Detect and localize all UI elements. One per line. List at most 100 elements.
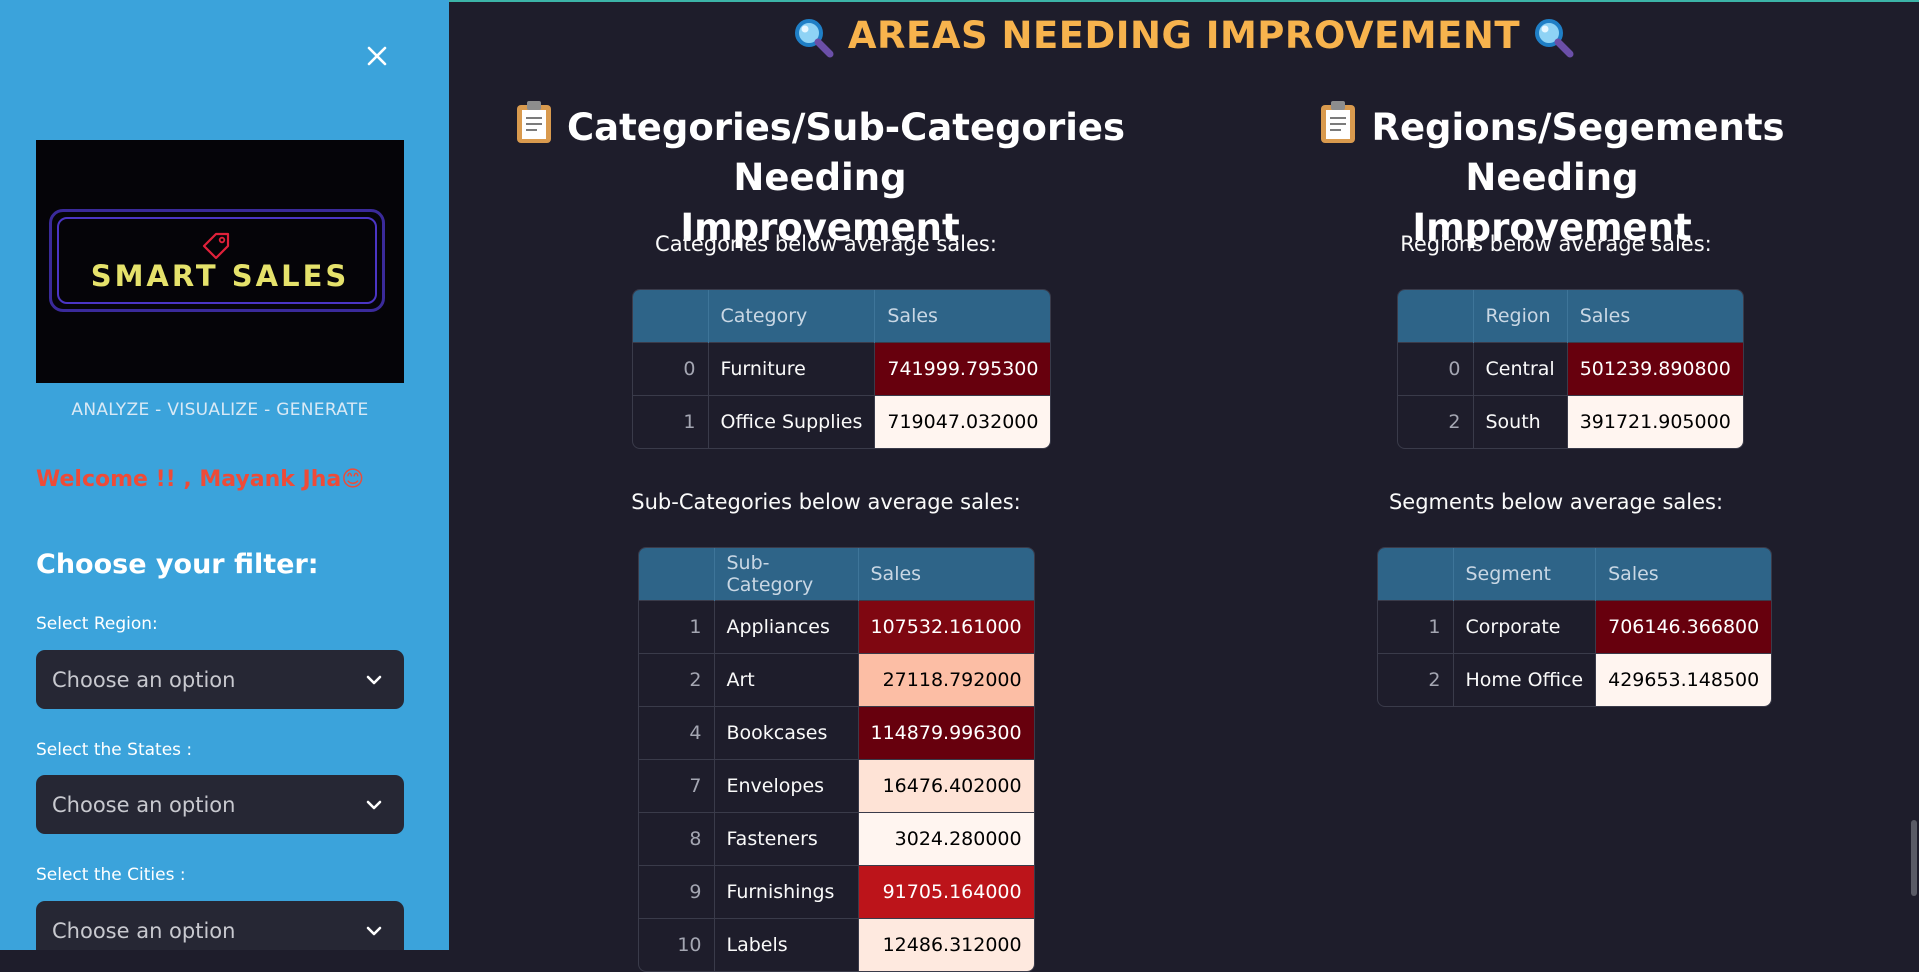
welcome-message: Welcome !! , Mayank Jha😊 <box>36 467 365 492</box>
filter-title: Choose your filter: <box>36 549 319 580</box>
table-header-cell[interactable]: Sales <box>1567 290 1743 342</box>
table-row[interactable]: 1 Office Supplies 719047.032000 <box>633 394 1051 448</box>
categories-table[interactable]: Category Sales 0 Furniture 741999.795300 1 Off… <box>632 289 1052 449</box>
row-sales-value: 91705.164000 <box>858 864 1034 918</box>
regions-table[interactable]: Region Sales 0 Central 501239.890800 2 South 39… <box>1397 289 1744 449</box>
table-row[interactable]: 2 Home Office 429653.148500 <box>1378 652 1772 706</box>
chevron-down-icon <box>366 675 382 684</box>
row-name: Office Supplies <box>708 394 876 448</box>
chevron-down-icon <box>366 800 382 809</box>
table-row[interactable]: 8 Fasteners 3024.280000 <box>639 811 1034 865</box>
row-sales-value: 706146.366800 <box>1595 599 1772 653</box>
row-sales-value: 27118.792000 <box>858 652 1034 706</box>
magnifying-glass-icon <box>794 18 834 57</box>
row-index: 8 <box>639 811 715 865</box>
region-select[interactable]: Choose an option <box>36 650 404 709</box>
table-row[interactable]: 2 Art 27118.792000 <box>639 652 1034 706</box>
table-row[interactable]: 1 Corporate 706146.366800 <box>1378 599 1772 653</box>
table-header-cell[interactable] <box>639 548 715 600</box>
row-index: 1 <box>1378 599 1454 653</box>
row-name: Furniture <box>708 341 876 395</box>
subcategories-table[interactable]: Sub-Category Sales 1 Appliances 107532.16100… <box>638 547 1035 972</box>
row-name: Corporate <box>1453 599 1597 653</box>
row-name: Appliances <box>714 599 859 653</box>
page-title: AREAS NEEDING IMPROVEMENT <box>449 14 1919 60</box>
row-sales-value: 501239.890800 <box>1567 341 1743 395</box>
magnifying-glass-icon <box>1535 18 1574 57</box>
table-row[interactable]: 1 Appliances 107532.161000 <box>639 599 1034 653</box>
row-index: 1 <box>633 394 709 448</box>
row-name: South <box>1473 394 1568 448</box>
tagline: ANALYZE - VISUALIZE - GENERATE <box>71 400 369 420</box>
cities-select-placeholder: Choose an option <box>52 918 236 943</box>
table-header-cell[interactable] <box>633 290 709 342</box>
table-row[interactable]: 10 Labels 12486.312000 <box>639 917 1034 971</box>
table-row[interactable]: 0 Central 501239.890800 <box>1398 341 1743 395</box>
row-sales-value: 16476.402000 <box>858 758 1034 812</box>
row-sales-value: 719047.032000 <box>874 394 1051 448</box>
row-index: 4 <box>639 705 715 759</box>
cities-select-label: Select the Cities : <box>36 865 186 885</box>
main-scrollbar-thumb[interactable] <box>1911 820 1917 896</box>
row-index: 2 <box>639 652 715 706</box>
cities-select[interactable]: Choose an option <box>36 901 404 950</box>
page-title-text: AREAS NEEDING IMPROVEMENT <box>847 14 1521 57</box>
table-header-cell[interactable]: Category <box>708 290 876 342</box>
table-row[interactable]: 9 Furnishings 91705.164000 <box>639 864 1034 918</box>
region-select-placeholder: Choose an option <box>52 667 236 692</box>
smart-sales-logo: SMART SALES <box>36 140 404 383</box>
row-name: Central <box>1473 341 1568 395</box>
row-name: Art <box>714 652 859 706</box>
table-header-cell[interactable]: Sub-Category <box>714 548 859 600</box>
segments-table[interactable]: Segment Sales 1 Corporate 706146.366800 2 Home… <box>1377 547 1773 707</box>
row-index: 2 <box>1378 652 1454 706</box>
close-sidebar-button[interactable] <box>361 40 393 72</box>
row-index: 7 <box>639 758 715 812</box>
row-sales-value: 429653.148500 <box>1595 652 1772 706</box>
row-index: 1 <box>639 599 715 653</box>
regions-heading-line1: Regions/Segements Needing <box>1371 106 1785 199</box>
categories-heading: Categories/Sub-Categories Needing Improv… <box>470 100 1170 253</box>
row-sales-value: 114879.996300 <box>858 705 1034 759</box>
price-tag-icon <box>202 232 230 260</box>
row-index: 2 <box>1398 394 1474 448</box>
row-sales-value: 391721.905000 <box>1567 394 1743 448</box>
row-sales-value: 107532.161000 <box>858 599 1034 653</box>
close-icon <box>367 46 387 66</box>
table-header-cell[interactable]: Region <box>1473 290 1568 342</box>
row-sales-value: 3024.280000 <box>858 811 1034 865</box>
row-index: 10 <box>639 917 715 971</box>
table-header-cell[interactable]: Sales <box>858 548 1034 600</box>
row-name: Home Office <box>1453 652 1597 706</box>
states-select[interactable]: Choose an option <box>36 775 404 834</box>
table-header-cell[interactable]: Segment <box>1453 548 1597 600</box>
table-header-cell[interactable] <box>1398 290 1474 342</box>
regions-heading: Regions/Segements Needing Improvement <box>1262 100 1842 253</box>
table-header-cell[interactable] <box>1378 548 1454 600</box>
categories-heading-line1: Categories/Sub-Categories Needing <box>566 106 1126 199</box>
states-select-label: Select the States : <box>36 740 193 760</box>
row-name: Labels <box>714 917 859 971</box>
subcategories-caption: Sub-Categories below average sales: <box>631 490 1021 514</box>
region-select-label: Select Region: <box>36 614 158 634</box>
table-row[interactable]: 2 South 391721.905000 <box>1398 394 1743 448</box>
states-select-placeholder: Choose an option <box>52 792 236 817</box>
row-name: Envelopes <box>714 758 859 812</box>
table-row[interactable]: 7 Envelopes 16476.402000 <box>639 758 1034 812</box>
regions-caption: Regions below average sales: <box>1400 232 1712 256</box>
segments-caption: Segments below average sales: <box>1388 490 1724 514</box>
sidebar: SMART SALES ANALYZE - VISUALIZE - GENERA… <box>0 0 449 950</box>
row-index: 0 <box>1398 341 1474 395</box>
table-row[interactable]: 4 Bookcases 114879.996300 <box>639 705 1034 759</box>
chevron-down-icon <box>366 926 382 935</box>
row-name: Bookcases <box>714 705 859 759</box>
row-name: Fasteners <box>714 811 859 865</box>
row-name: Furnishings <box>714 864 859 918</box>
table-header-cell[interactable]: Sales <box>1595 548 1772 600</box>
logo-text: SMART SALES <box>90 259 350 293</box>
row-sales-value: 741999.795300 <box>874 341 1051 395</box>
table-row[interactable]: 0 Furniture 741999.795300 <box>633 341 1051 395</box>
row-sales-value: 12486.312000 <box>858 917 1034 971</box>
table-header-cell[interactable]: Sales <box>874 290 1051 342</box>
categories-caption: Categories below average sales: <box>655 232 997 256</box>
